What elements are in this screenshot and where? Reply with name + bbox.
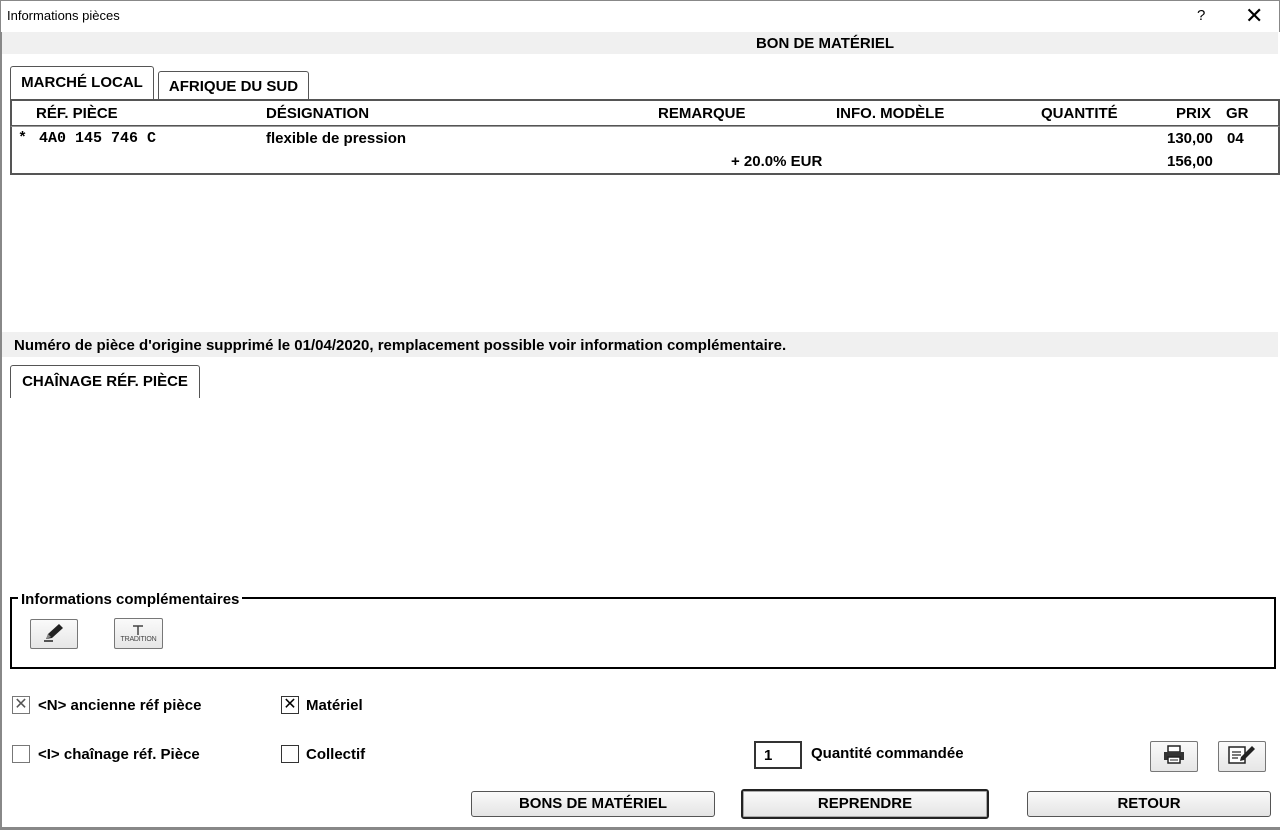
title-bar: Informations pièces ? ✕ <box>0 0 1280 32</box>
row-ref: 4A0 145 746 C <box>39 130 157 147</box>
pencil-button[interactable] <box>30 619 78 649</box>
tradition-button[interactable]: TRADITION <box>114 618 163 649</box>
col-remarque[interactable]: REMARQUE <box>658 105 746 122</box>
row-tax-note: + 20.0% EUR <box>731 153 823 170</box>
row-price: 130,00 <box>1167 130 1213 147</box>
tab-label: CHAÎNAGE RÉF. PIÈCE <box>22 373 188 390</box>
tradition-caption: TRADITION <box>120 636 157 643</box>
collective-label: Collectif <box>306 745 366 763</box>
chain-ref-option[interactable]: <I> chaînage réf. Pièce <box>12 745 200 763</box>
page-title: BON DE MATÉRIEL <box>755 35 895 52</box>
chain-ref-checkbox[interactable] <box>12 745 30 763</box>
row-designation: flexible de pression <box>266 130 407 147</box>
row-marker: * <box>18 130 28 147</box>
tab-marche-local[interactable]: MARCHÉ LOCAL <box>10 66 154 100</box>
col-quantite[interactable]: QUANTITÉ <box>1041 105 1118 122</box>
tab-chainage-ref-piece[interactable]: CHAÎNAGE RÉF. PIÈCE <box>10 365 200 398</box>
grid-header: RÉF. PIÈCE DÉSIGNATION REMARQUE INFO. MO… <box>10 99 1280 126</box>
old-ref-label: <N> ancienne réf pièce <box>38 696 202 714</box>
reprendre-button[interactable]: REPRENDRE <box>741 789 989 819</box>
col-designation[interactable]: DÉSIGNATION <box>266 105 369 122</box>
material-checkbox[interactable]: ✕ <box>281 696 299 714</box>
col-info-modele[interactable]: INFO. MODÈLE <box>836 105 944 122</box>
info-message-band: Numéro de pièce d'origine supprimé le 01… <box>2 332 1278 357</box>
col-prix[interactable]: PRIX <box>1176 105 1211 122</box>
quantity-label: Quantité commandée <box>811 745 964 762</box>
col-gr[interactable]: GR <box>1226 105 1249 122</box>
header-band: BON DE MATÉRIEL <box>2 32 1278 54</box>
bons-de-materiel-button[interactable]: BONS DE MATÉRIEL <box>471 791 715 817</box>
collective-option[interactable]: Collectif <box>281 745 365 763</box>
pencil-icon <box>41 621 67 647</box>
row-price-with-tax: 156,00 <box>1167 153 1213 170</box>
info-message: Numéro de pièce d'origine supprimé le 01… <box>14 337 787 354</box>
tab-label: MARCHÉ LOCAL <box>21 74 143 91</box>
window-title: Informations pièces <box>7 8 120 23</box>
edit-note-icon <box>1227 744 1257 770</box>
retour-button[interactable]: RETOUR <box>1027 791 1271 817</box>
window-border <box>0 32 2 830</box>
close-button[interactable]: ✕ <box>1245 3 1263 29</box>
tab-label: AFRIQUE DU SUD <box>168 78 299 95</box>
material-option[interactable]: ✕ Matériel <box>281 696 363 714</box>
material-label: Matériel <box>306 696 363 714</box>
row-gr: 04 <box>1227 130 1244 147</box>
info-group-label: Informations complémentaires <box>18 591 243 608</box>
col-ref-piece[interactable]: RÉF. PIÈCE <box>36 105 118 122</box>
old-ref-checkbox[interactable]: ✕ <box>12 696 30 714</box>
tab-afrique-du-sud[interactable]: AFRIQUE DU SUD <box>158 71 309 99</box>
chain-ref-label: <I> chaînage réf. Pièce <box>38 745 200 763</box>
collective-checkbox[interactable] <box>281 745 299 763</box>
table-row[interactable]: * 4A0 145 746 C flexible de pression 130… <box>10 126 1280 175</box>
quantity-field[interactable]: 1 <box>754 741 802 769</box>
printer-icon <box>1162 744 1186 769</box>
edit-note-button[interactable] <box>1218 741 1266 772</box>
help-button[interactable]: ? <box>1197 7 1205 24</box>
old-ref-option[interactable]: ✕ <N> ancienne réf pièce <box>12 696 201 714</box>
print-button[interactable] <box>1150 741 1198 772</box>
tradition-icon: TRADITION <box>121 624 157 643</box>
